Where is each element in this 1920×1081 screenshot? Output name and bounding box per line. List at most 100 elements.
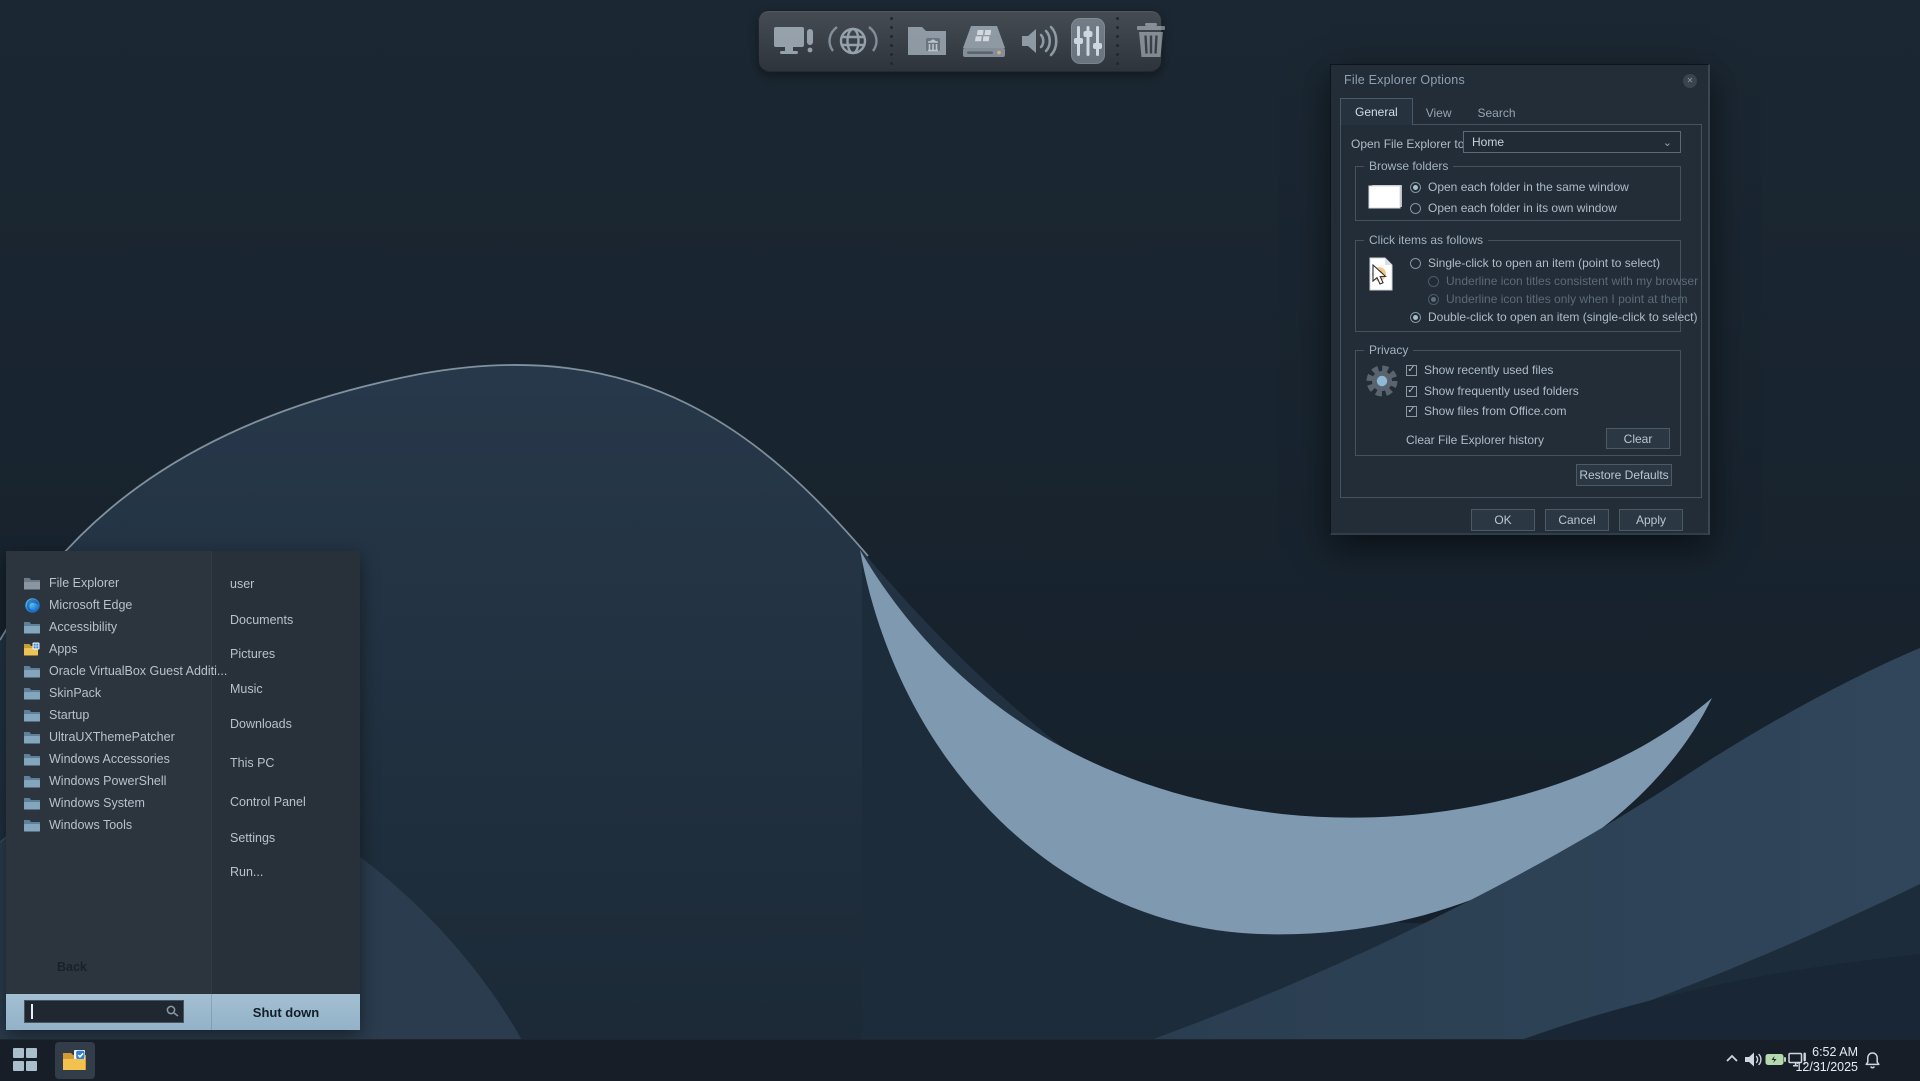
tray-time: 6:52 AM — [1795, 1045, 1858, 1060]
checkbox-checked-icon[interactable] — [1406, 406, 1417, 417]
start-menu-item-this-pc[interactable]: This PC — [230, 753, 274, 773]
back-button[interactable]: Back — [57, 960, 87, 974]
tab-general[interactable]: General — [1340, 98, 1413, 125]
taskbar: 6:52 AM 12/31/2025 — [0, 1039, 1920, 1081]
apply-button[interactable]: Apply — [1619, 509, 1683, 531]
file-explorer-taskbar-icon[interactable] — [55, 1042, 95, 1079]
tray-volume-icon[interactable] — [1744, 1051, 1763, 1068]
windows-logo-icon — [13, 1048, 24, 1058]
close-icon[interactable]: ✕ — [1683, 74, 1697, 88]
start-menu-item-settings[interactable]: Settings — [230, 828, 275, 848]
start-menu-item-ultrauxthemepatcher[interactable]: UltraUXThemePatcher — [24, 727, 175, 747]
radio-row[interactable]: Double-click to open an item (single-cli… — [1410, 310, 1697, 324]
start-menu-item-pictures[interactable]: Pictures — [230, 644, 275, 664]
start-menu-item-apps[interactable]: Apps — [24, 639, 78, 659]
browse-folders-legend: Browse folders — [1364, 159, 1453, 173]
radio-row[interactable]: Open each folder in its own window — [1410, 201, 1617, 215]
restore-defaults-button[interactable]: Restore Defaults — [1576, 464, 1672, 486]
tab-view[interactable]: View — [1413, 101, 1465, 124]
start-menu-item-file-explorer[interactable]: File Explorer — [24, 573, 119, 593]
dialog-titlebar[interactable]: File Explorer Options ✕ — [1331, 65, 1708, 96]
privacy-group: Privacy Show recently used files Show fr… — [1355, 350, 1681, 456]
start-menu-item-control-panel[interactable]: Control Panel — [230, 792, 306, 812]
start-button[interactable] — [13, 1048, 39, 1072]
open-to-dropdown[interactable]: Home ⌄ — [1463, 131, 1681, 153]
folder-icon — [24, 686, 40, 700]
cancel-button[interactable]: Cancel — [1545, 509, 1609, 531]
tray-chevron-up-icon[interactable] — [1725, 1051, 1739, 1067]
start-menu-item-microsoft-edge[interactable]: Microsoft Edge — [24, 595, 132, 615]
folder-check-icon — [62, 1049, 88, 1072]
start-menu-item-windows-accessories[interactable]: Windows Accessories — [24, 749, 170, 769]
start-menu-item-user[interactable]: user — [230, 574, 254, 594]
tray-battery-icon[interactable] — [1765, 1053, 1786, 1066]
start-menu-item-startup[interactable]: Startup — [24, 705, 89, 725]
ok-button[interactable]: OK — [1471, 509, 1535, 531]
checkbox-row[interactable]: Show files from Office.com — [1406, 404, 1567, 418]
radio-icon[interactable] — [1410, 203, 1421, 214]
chevron-down-icon: ⌄ — [1663, 136, 1672, 149]
radio-selected-icon[interactable] — [1410, 182, 1421, 193]
radio-selected-icon[interactable] — [1410, 312, 1421, 323]
text-caret — [31, 1004, 33, 1019]
mouse-cursor — [1371, 264, 1391, 291]
folder-icon — [24, 620, 40, 634]
radio-disabled-selected-icon — [1428, 294, 1439, 305]
taskbar-clock[interactable]: 6:52 AM 12/31/2025 — [1795, 1045, 1858, 1075]
desktop-dock — [758, 10, 1162, 72]
radio-row[interactable]: Open each folder in the same window — [1410, 180, 1629, 194]
open-to-value: Home — [1472, 135, 1504, 149]
start-menu-divider — [211, 551, 212, 994]
tray-date: 12/31/2025 — [1795, 1060, 1858, 1075]
browse-folders-group: Browse folders Open each folder in the s… — [1355, 166, 1681, 221]
checkbox-row[interactable]: Show recently used files — [1406, 363, 1553, 377]
radio-row-disabled: Underline icon titles consistent with my… — [1428, 274, 1698, 288]
network-globe-icon[interactable] — [827, 19, 879, 63]
recycle-bin-icon[interactable] — [1130, 20, 1172, 62]
file-explorer-options-dialog: File Explorer Options ✕ General View Sea… — [1330, 64, 1710, 535]
privacy-legend: Privacy — [1364, 343, 1413, 357]
click-items-legend: Click items as follows — [1364, 233, 1488, 247]
edge-icon — [24, 598, 40, 612]
folder-icon — [24, 752, 40, 766]
radio-icon[interactable] — [1410, 258, 1421, 269]
tab-search[interactable]: Search — [1465, 101, 1529, 124]
shutdown-button[interactable]: Shut down — [212, 994, 360, 1030]
search-input[interactable] — [24, 1000, 184, 1023]
start-menu: File Explorer Microsoft Edge Accessibili… — [6, 551, 360, 1030]
start-menu-item-skinpack[interactable]: SkinPack — [24, 683, 101, 703]
dialog-title: File Explorer Options — [1344, 73, 1465, 87]
drive-windows-icon[interactable] — [959, 20, 1009, 62]
computer-icon[interactable] — [772, 21, 818, 61]
folder-icon — [24, 774, 40, 788]
checkbox-checked-icon[interactable] — [1406, 386, 1417, 397]
checkbox-checked-icon[interactable] — [1406, 365, 1417, 376]
equalizer-icon[interactable] — [1071, 18, 1105, 64]
tray-notification-bell-icon[interactable] — [1864, 1051, 1881, 1069]
apps-folder-icon — [24, 642, 40, 656]
start-menu-item-accessibility[interactable]: Accessibility — [24, 617, 117, 637]
gear-icon — [1364, 363, 1400, 402]
start-menu-item-run[interactable]: Run... — [230, 862, 263, 882]
radio-disabled-icon — [1428, 276, 1439, 287]
start-menu-item-windows-tools[interactable]: Windows Tools — [24, 815, 132, 835]
clear-button[interactable]: Clear — [1606, 428, 1670, 449]
tab-page-general: Open File Explorer to: Home ⌄ Browse fol… — [1340, 124, 1702, 498]
dock-separator — [888, 17, 895, 65]
folder-icon — [24, 664, 40, 678]
start-menu-item-downloads[interactable]: Downloads — [230, 714, 292, 734]
start-menu-item-windows-powershell[interactable]: Windows PowerShell — [24, 771, 166, 791]
dialog-tabs: General View Search — [1340, 100, 1529, 124]
start-menu-item-music[interactable]: Music — [230, 679, 263, 699]
open-to-label: Open File Explorer to: — [1351, 137, 1468, 151]
dock-separator — [1114, 17, 1121, 65]
folder-icon — [24, 708, 40, 722]
start-menu-item-virtualbox[interactable]: Oracle VirtualBox Guest Additi... — [24, 661, 227, 681]
volume-icon[interactable] — [1018, 20, 1062, 62]
click-items-group: Click items as follows Single-click to o… — [1355, 240, 1681, 332]
folder-library-icon[interactable] — [904, 21, 950, 61]
checkbox-row[interactable]: Show frequently used folders — [1406, 384, 1579, 398]
radio-row[interactable]: Single-click to open an item (point to s… — [1410, 256, 1660, 270]
start-menu-item-documents[interactable]: Documents — [230, 610, 293, 630]
start-menu-item-windows-system[interactable]: Windows System — [24, 793, 145, 813]
